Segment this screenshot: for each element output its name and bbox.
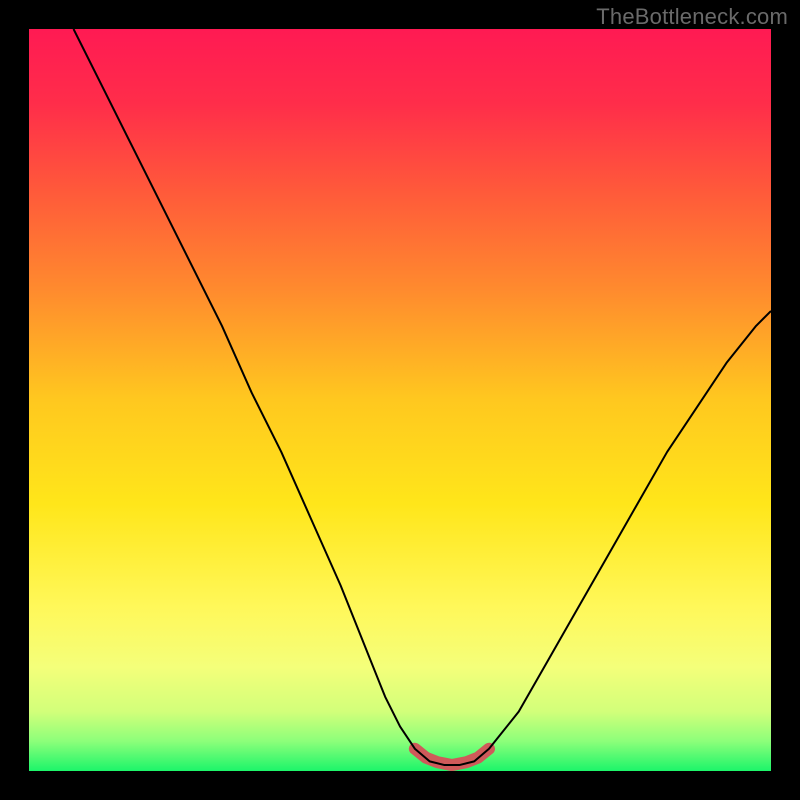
plot-area [29,29,771,771]
chart-frame: TheBottleneck.com [0,0,800,800]
gradient-background [29,29,771,771]
plot-svg [29,29,771,771]
watermark-text: TheBottleneck.com [596,4,788,30]
